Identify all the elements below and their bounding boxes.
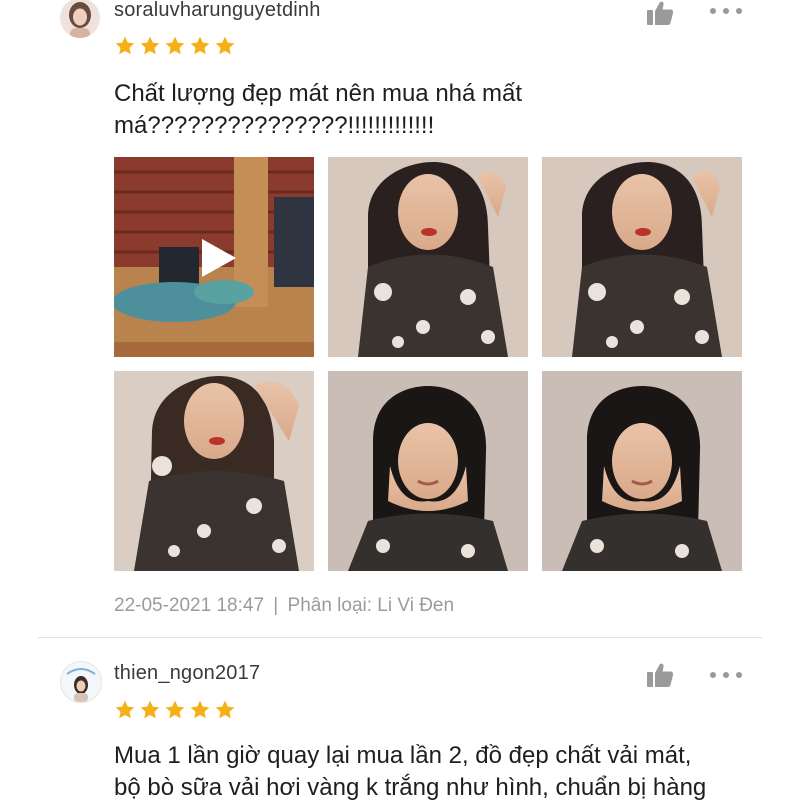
review-item: thien_ngon2017 Mua 1 lần giờ quay lại mu… bbox=[0, 640, 800, 801]
review-text: Chất lượng đẹp mát nên mua nhá mất má???… bbox=[114, 78, 522, 142]
star-icon bbox=[214, 699, 236, 721]
thumbs-up-icon[interactable] bbox=[646, 662, 674, 688]
review-variation: Phân loại: Li Vi Đen bbox=[287, 595, 455, 616]
media-gallery bbox=[114, 157, 742, 573]
avatar[interactable] bbox=[60, 0, 100, 38]
thumbs-up-icon[interactable] bbox=[646, 0, 674, 26]
more-options-icon[interactable] bbox=[710, 6, 742, 16]
star-icon bbox=[189, 35, 211, 57]
play-icon[interactable] bbox=[200, 237, 238, 279]
review-meta: 22-05-2021 18:47 | Phân loại: Li Vi Đen bbox=[114, 595, 454, 617]
star-rating bbox=[114, 35, 236, 57]
divider bbox=[38, 637, 762, 638]
review-photo[interactable] bbox=[328, 157, 528, 357]
star-icon bbox=[189, 699, 211, 721]
more-options-icon[interactable] bbox=[710, 670, 742, 680]
review-text: Mua 1 lần giờ quay lại mua lần 2, đồ đẹp… bbox=[114, 740, 706, 804]
star-icon bbox=[139, 35, 161, 57]
review-text-line: Mua 1 lần giờ quay lại mua lần 2, đồ đẹp… bbox=[114, 742, 692, 769]
star-icon bbox=[114, 699, 136, 721]
review-photo[interactable] bbox=[542, 157, 742, 357]
username[interactable]: soraluvharunguyetdinh bbox=[114, 0, 321, 22]
video-thumbnail[interactable] bbox=[114, 157, 314, 357]
username[interactable]: thien_ngon2017 bbox=[114, 662, 260, 685]
star-icon bbox=[164, 699, 186, 721]
star-icon bbox=[164, 35, 186, 57]
meta-separator: | bbox=[273, 595, 279, 616]
review-photo[interactable] bbox=[328, 371, 528, 571]
review-text-line: bộ bò sữa vải hơi vàng k trắng như hình,… bbox=[114, 774, 707, 801]
star-icon bbox=[214, 35, 236, 57]
star-rating bbox=[114, 699, 236, 721]
review-item: soraluvharunguyetdinh Chất lượng đẹp mát… bbox=[0, 0, 800, 640]
review-photo[interactable] bbox=[542, 371, 742, 571]
review-text-line: Chất lượng đẹp mát nên mua nhá mất bbox=[114, 80, 523, 107]
review-timestamp: 22-05-2021 18:47 bbox=[114, 595, 265, 616]
star-icon bbox=[139, 699, 161, 721]
review-text-line: má???????????????!!!!!!!!!!!!! bbox=[114, 112, 435, 139]
review-photo[interactable] bbox=[114, 371, 314, 571]
star-icon bbox=[114, 35, 136, 57]
avatar[interactable] bbox=[60, 661, 102, 703]
